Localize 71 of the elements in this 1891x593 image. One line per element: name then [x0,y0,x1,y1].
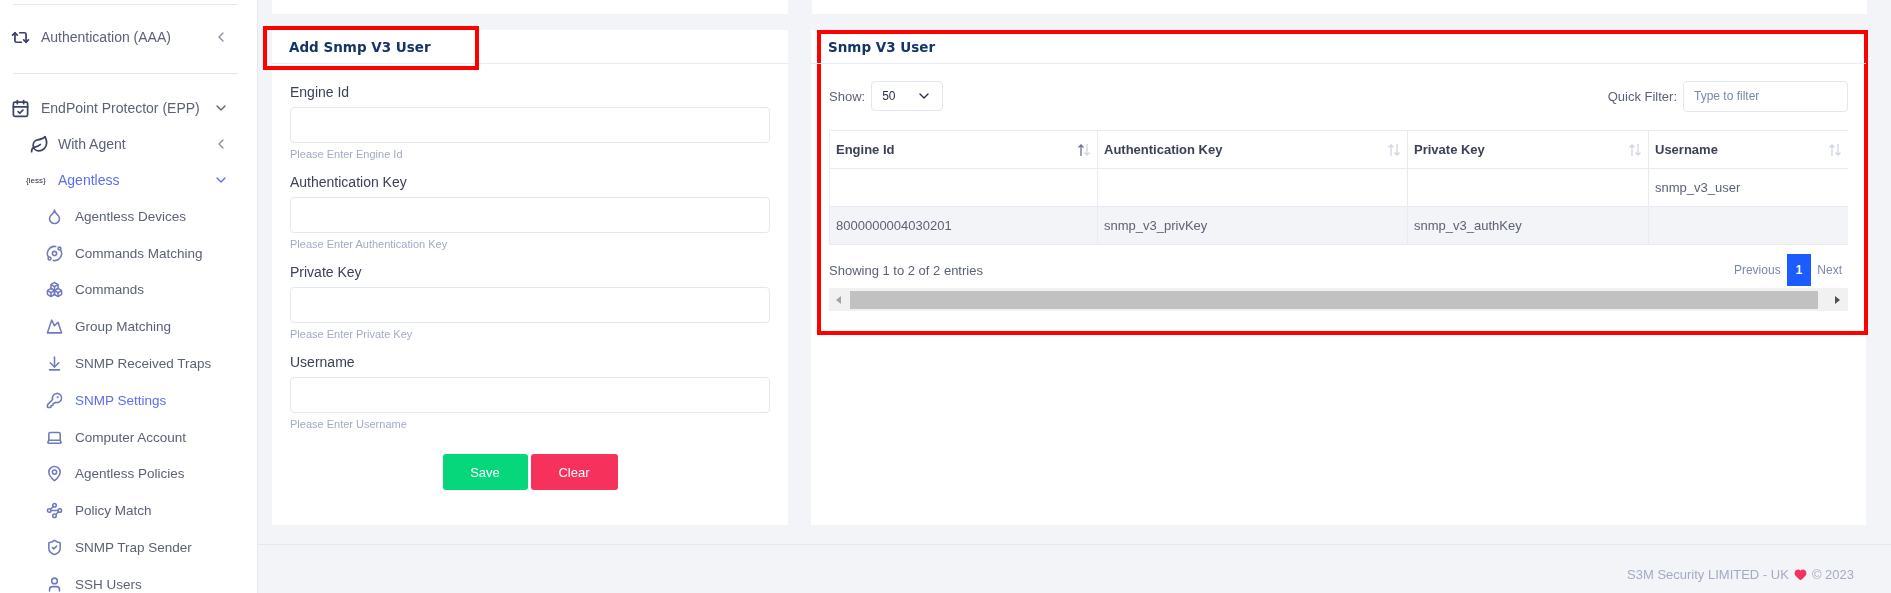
waypoints-icon [46,502,63,520]
sidebar-item[interactable]: SNMP Settings [75,392,229,408]
filter-field[interactable]: Type to filter [1683,80,1848,112]
field-hint: Please Enter Private Key [290,328,414,340]
sidebar-item[interactable]: Policy Match [75,503,229,519]
sidebar-item[interactable]: SSH Users [75,576,229,592]
sidebar-item[interactable]: Commands Matching [75,245,229,261]
scroll-right-icon[interactable] [1832,294,1842,305]
column-title: Private Key [1414,142,1485,157]
sidebar-item[interactable]: Group Matching [75,319,229,335]
sidebar-item[interactable]: Authentication (AAA) [41,29,213,45]
input-field[interactable] [290,377,770,413]
field-hint: Please Enter Username [290,418,408,430]
sidebar-item[interactable]: Agentless Policies [75,466,229,482]
shield-icon [46,539,63,557]
field-label: Engine Id [290,84,351,100]
heart-icon [1793,567,1807,581]
column-header[interactable]: Username [1648,130,1848,169]
droplet-icon [46,207,63,225]
table-cell: 8000000004030201 [829,206,1098,245]
horizontal-scrollbar[interactable] [829,288,1848,311]
field-label: Username [290,354,356,370]
sort-icon[interactable] [1077,142,1091,157]
footer-company: S3M Security LIMITED - UK [1627,566,1789,582]
filter-label: Quick Filter: [1607,88,1677,104]
boxes-icon [46,281,63,299]
column-header[interactable]: Private Key [1407,130,1649,169]
orbit-icon [46,244,63,262]
card-title: Add Snmp V3 User [289,38,431,55]
page-size-select[interactable]: 50 [871,81,944,111]
show-label: Show: [829,88,866,104]
column-title: Username [1655,142,1718,157]
sidebar-item[interactable]: Computer Account [75,429,229,445]
input-field[interactable] [290,287,770,323]
entries-summary: Showing 1 to 2 of 2 entries [829,262,983,278]
sidebar-item[interactable]: Agentless Devices [75,208,229,224]
mountain-icon [46,318,63,336]
pagination-button[interactable]: Previous [1727,254,1787,286]
user-icon [46,575,63,593]
sidebar-item[interactable]: Agentless [58,172,213,188]
scroll-left-icon[interactable] [834,294,844,305]
field-hint: Please Enter Authentication Key [290,238,449,250]
less-label: {less} [26,175,46,185]
sidebar-item[interactable]: SNMP Received Traps [75,356,229,372]
sidebar-item[interactable]: With Agent [58,136,213,152]
field-label: Private Key [290,264,363,280]
column-title: Authentication Key [1104,142,1223,157]
column-header[interactable]: Authentication Key [1097,130,1408,169]
leaf-icon [30,134,49,154]
input-field[interactable] [290,197,770,233]
calendar-check-icon [11,98,30,118]
scrollbar-thumb[interactable] [850,290,1818,309]
pin-icon [46,465,63,483]
key-icon [46,391,63,409]
table-cell: snmp_v3_user [1648,168,1848,207]
field-hint: Please Enter Engine Id [290,148,404,160]
sidebar-item[interactable]: EndPoint Protector (EPP) [41,100,213,116]
card-title: Snmp V3 User [828,38,936,55]
input-field[interactable] [290,107,770,143]
footer-copyright: © 2023 [1811,566,1854,582]
pagination-button[interactable]: Next [1811,254,1848,286]
column-title: Engine Id [836,142,895,157]
table-cell: snmp_v3_privKey [1097,206,1408,245]
table-cell: snmp_v3_authKey [1407,206,1649,245]
column-header[interactable]: Engine Id [829,130,1098,169]
sidebar-item[interactable]: SNMP Trap Sender [75,540,229,556]
arrow-down-icon [46,355,63,373]
clear-button[interactable]: Clear [530,454,618,490]
field-label: Authentication Key [290,174,408,190]
sidebar-item[interactable]: Commands [75,282,229,298]
pagination-button[interactable]: 1 [1786,254,1812,286]
